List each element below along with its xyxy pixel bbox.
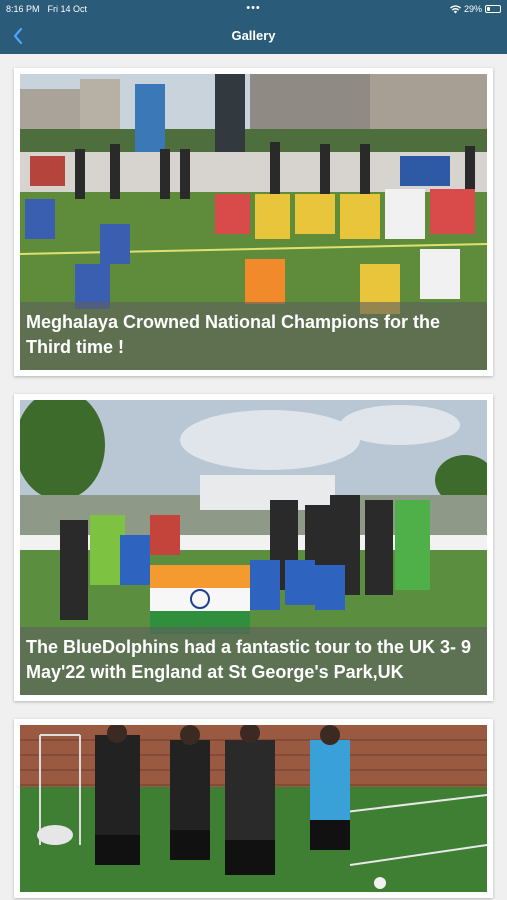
status-right: 29% — [449, 4, 501, 14]
status-date: Fri 14 Oct — [47, 4, 88, 14]
multitasking-dots[interactable]: ••• — [246, 3, 261, 14]
gallery-caption: The BlueDolphins had a fantastic tour to… — [20, 627, 487, 695]
gallery-caption: Meghalaya Crowned National Champions for… — [20, 302, 487, 370]
battery-percent: 29% — [463, 4, 482, 14]
battery-icon — [485, 5, 501, 13]
status-left: 8:16 PM Fri 14 Oct — [6, 4, 87, 14]
gallery-card[interactable]: Meghalaya Crowned National Champions for… — [14, 68, 493, 376]
battery-level — [487, 7, 490, 11]
gallery-list[interactable]: Meghalaya Crowned National Champions for… — [0, 54, 507, 900]
gallery-card[interactable] — [14, 719, 493, 898]
football-match-image — [20, 725, 487, 892]
gallery-photo[interactable]: The BlueDolphins had a fantastic tour to… — [20, 400, 487, 695]
gallery-photo[interactable] — [20, 725, 487, 892]
gallery-card[interactable]: The BlueDolphins had a fantastic tour to… — [14, 394, 493, 701]
status-time: 8:16 PM — [6, 4, 40, 14]
navigation-bar: Gallery — [0, 18, 507, 54]
gallery-photo[interactable]: Meghalaya Crowned National Champions for… — [20, 74, 487, 370]
wifi-icon — [449, 4, 461, 13]
page-title: Gallery — [231, 28, 276, 43]
status-bar: 8:16 PM Fri 14 Oct ••• 29% — [0, 0, 507, 18]
india-flag — [150, 565, 250, 634]
